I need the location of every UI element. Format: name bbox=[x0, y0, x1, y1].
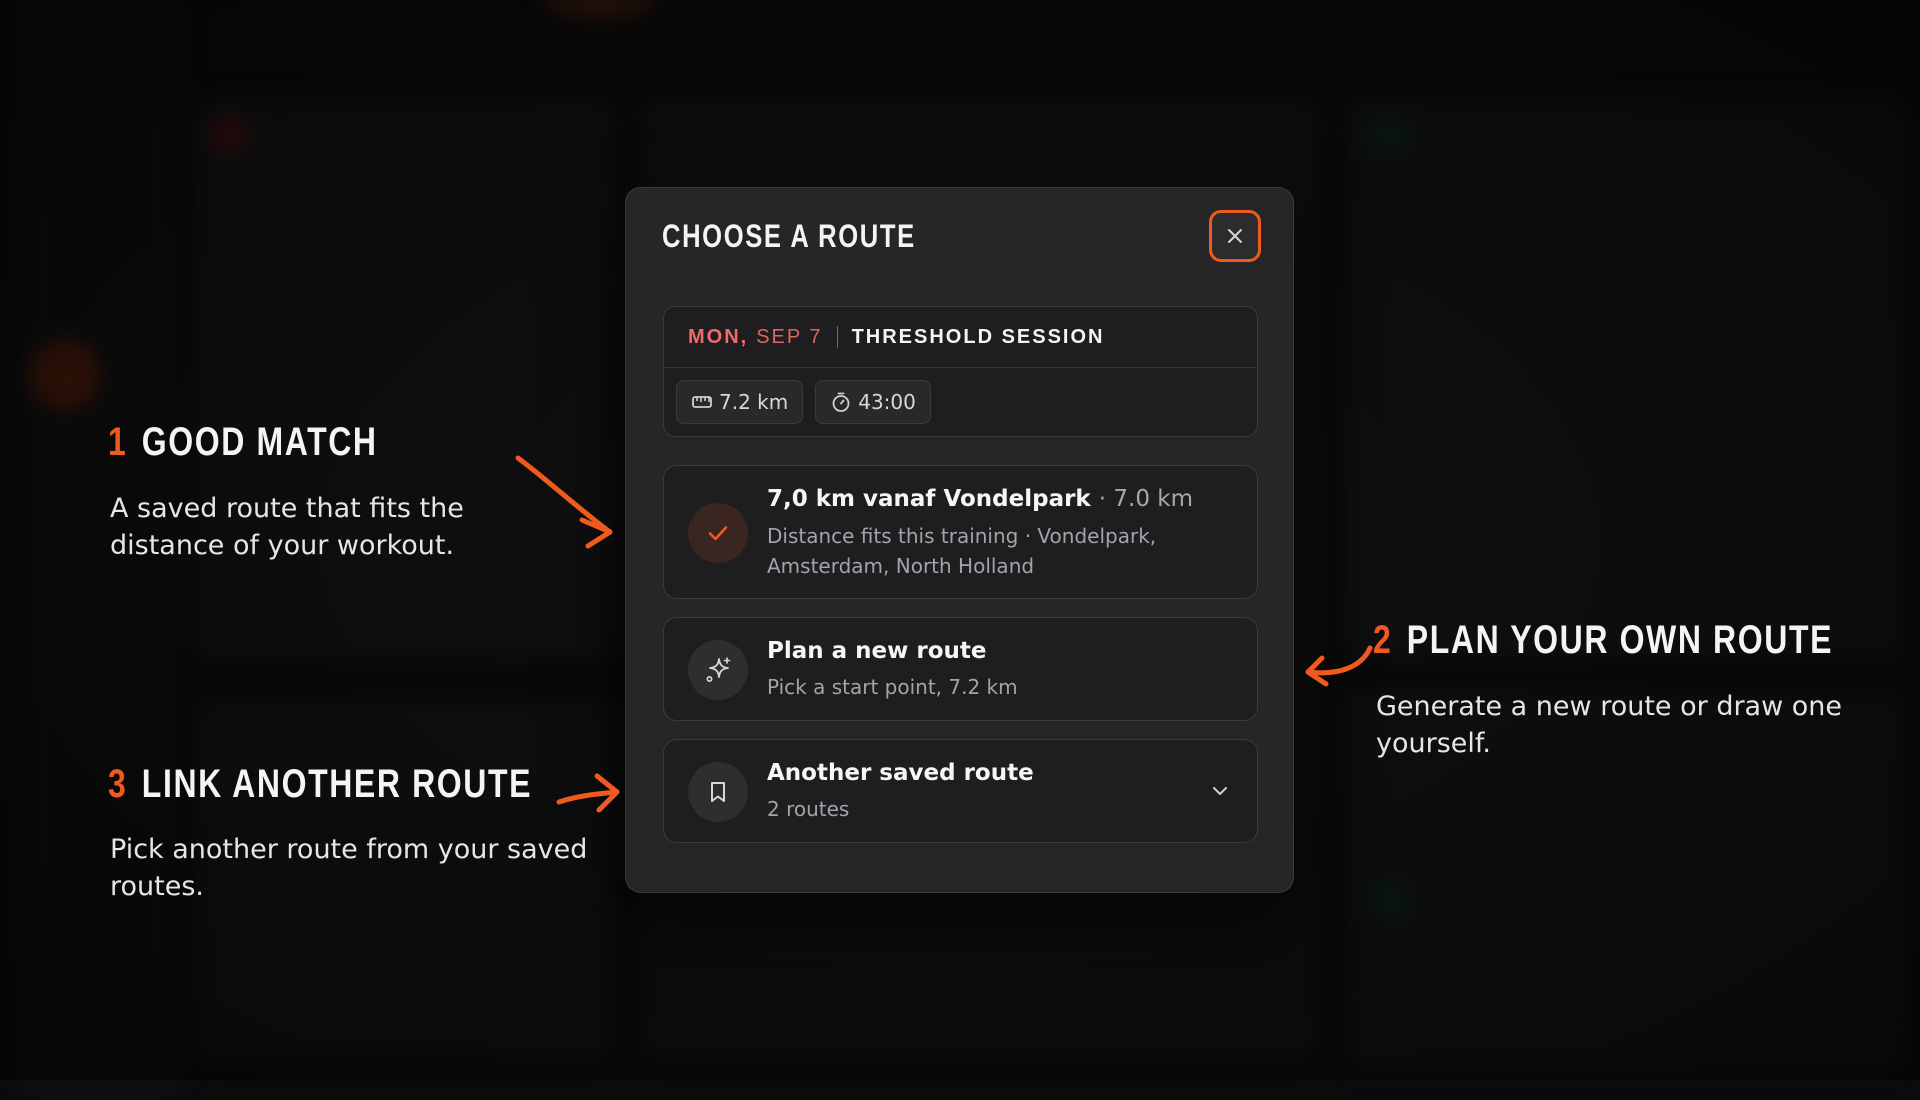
annotation-1-number: 1 bbox=[108, 420, 128, 464]
session-divider bbox=[836, 326, 838, 348]
annotation-1-title: GOOD MATCH bbox=[141, 420, 378, 464]
distance-value: 7.2 km bbox=[719, 390, 789, 414]
good-match-option[interactable]: 7,0 km vanaf Vondelpark · 7.0 km Distanc… bbox=[663, 465, 1258, 599]
duration-chip: 43:00 bbox=[815, 380, 931, 424]
another-saved-route-option[interactable]: Another saved route 2 routes bbox=[663, 739, 1258, 843]
annotation-1-heading: 1 GOOD MATCH bbox=[108, 420, 378, 465]
another-saved-subtitle: 2 routes bbox=[767, 797, 850, 821]
stopwatch-icon bbox=[832, 392, 850, 412]
annotation-1-arrow bbox=[515, 455, 613, 549]
plan-new-route-option[interactable]: Plan a new route Pick a start point, 7.2… bbox=[663, 617, 1258, 721]
plan-new-icon-wrap bbox=[688, 640, 748, 700]
annotation-2-arrow bbox=[1305, 645, 1373, 687]
annotation-2-heading: 2 PLAN YOUR OWN ROUTE bbox=[1373, 618, 1833, 663]
close-button[interactable] bbox=[1209, 210, 1261, 262]
annotation-3-title: LINK ANOTHER ROUTE bbox=[141, 762, 533, 806]
annotation-2-text: Generate a new route or draw one yoursel… bbox=[1376, 691, 1843, 759]
sparkle-icon bbox=[706, 657, 731, 682]
bookmark-icon bbox=[711, 782, 725, 802]
plan-new-subtitle: Pick a start point, 7.2 km bbox=[767, 675, 1018, 699]
chevron-down-icon[interactable] bbox=[1209, 780, 1231, 802]
session-header: MON, SEP 7 THRESHOLD SESSION bbox=[664, 307, 1257, 368]
annotation-3-arrow bbox=[556, 773, 620, 813]
annotation-3-text: Pick another route from your saved route… bbox=[110, 834, 588, 902]
modal-title: CHOOSE A ROUTE bbox=[662, 218, 916, 254]
close-icon bbox=[1228, 229, 1242, 243]
good-match-distance: · 7.0 km bbox=[1098, 486, 1193, 512]
good-match-route-name: 7,0 km vanaf Vondelpark bbox=[767, 486, 1091, 512]
plan-new-title: Plan a new route bbox=[767, 638, 987, 664]
session-card: MON, SEP 7 THRESHOLD SESSION 7.2 km 43:0… bbox=[663, 306, 1258, 437]
annotation-3-number: 3 bbox=[108, 762, 128, 806]
choose-route-modal: CHOOSE A ROUTE MON, SEP 7 THRESHOLD SESS… bbox=[625, 187, 1294, 893]
session-chips: 7.2 km 43:00 bbox=[664, 368, 1257, 424]
ruler-icon bbox=[692, 396, 712, 408]
check-icon bbox=[708, 526, 728, 541]
distance-chip: 7.2 km bbox=[676, 380, 804, 424]
session-day: MON, bbox=[688, 325, 749, 348]
good-match-subtitle: Distance fits this training · Vondelpark… bbox=[767, 524, 1157, 578]
session-name: THRESHOLD SESSION bbox=[851, 325, 1105, 348]
annotation-3-heading: 3 LINK ANOTHER ROUTE bbox=[108, 762, 532, 807]
duration-value: 43:00 bbox=[858, 390, 916, 414]
annotation-2-title: PLAN YOUR OWN ROUTE bbox=[1406, 618, 1834, 662]
good-match-title: 7,0 km vanaf Vondelpark · 7.0 km bbox=[767, 486, 1193, 512]
good-match-icon-wrap bbox=[688, 503, 748, 563]
another-saved-icon-wrap bbox=[688, 762, 748, 822]
session-date: SEP 7 bbox=[756, 325, 823, 348]
another-saved-title: Another saved route bbox=[767, 760, 1034, 786]
